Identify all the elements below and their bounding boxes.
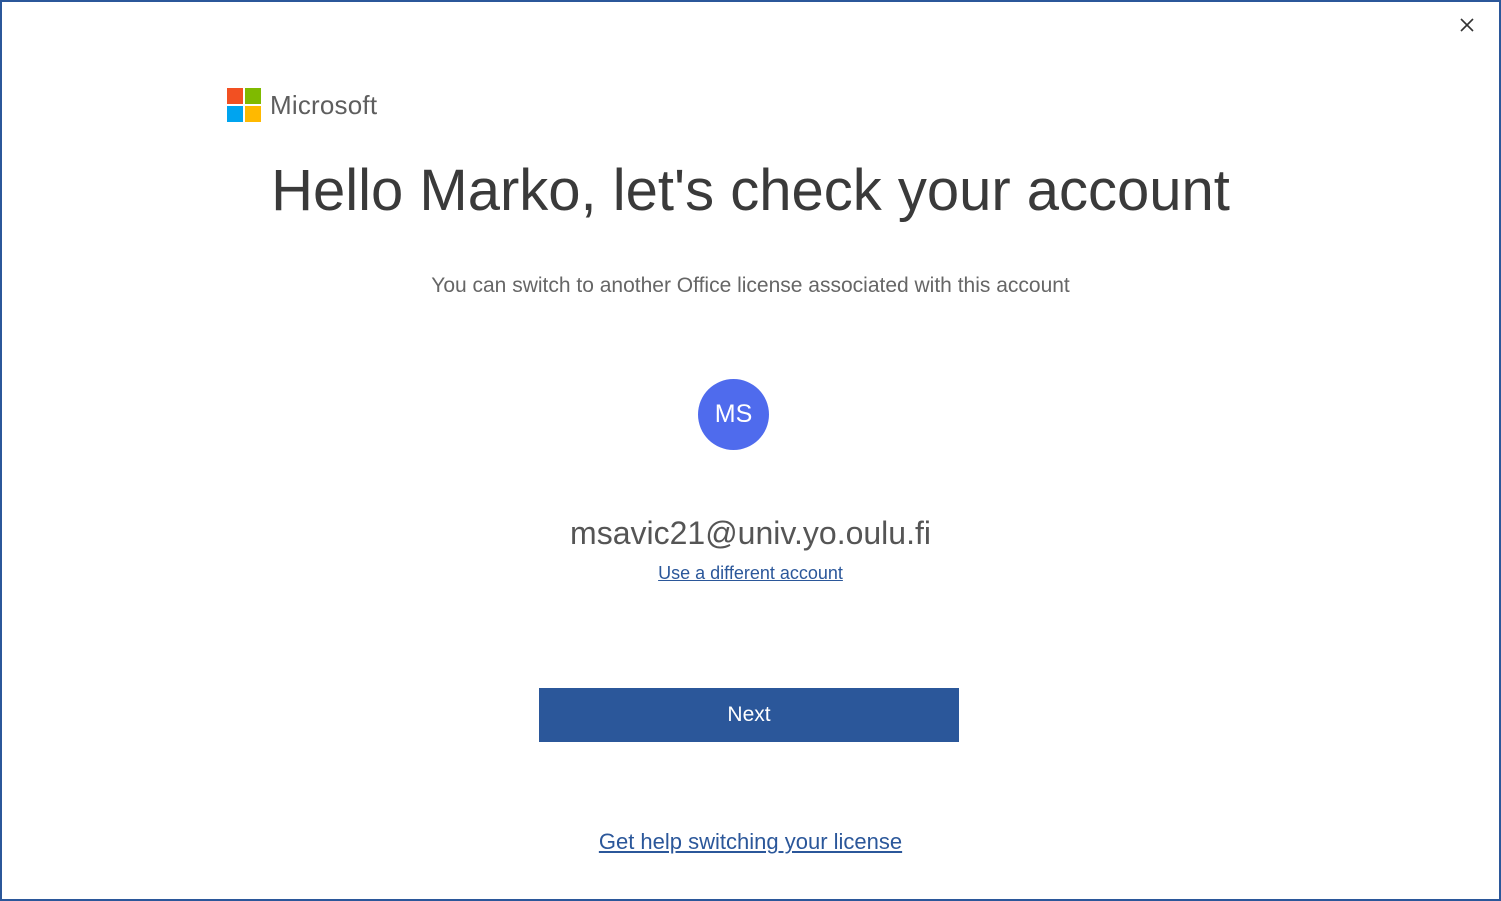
page-subtitle: You can switch to another Office license… bbox=[431, 274, 1070, 297]
logo-square-yellow bbox=[245, 106, 261, 122]
microsoft-logo-icon bbox=[227, 88, 261, 122]
close-icon bbox=[1460, 18, 1474, 32]
microsoft-logo: Microsoft bbox=[227, 88, 377, 122]
brand-name: Microsoft bbox=[270, 89, 378, 120]
avatar: MS bbox=[698, 379, 769, 450]
switch-account-row: Use a different account bbox=[2, 563, 1499, 584]
logo-square-green bbox=[245, 88, 261, 104]
logo-square-blue bbox=[227, 106, 243, 122]
get-help-link[interactable]: Get help switching your license bbox=[599, 829, 902, 854]
next-button[interactable]: Next bbox=[539, 688, 959, 742]
page-title: Hello Marko, let's check your account bbox=[271, 158, 1230, 223]
logo-square-red bbox=[227, 88, 243, 104]
license-dialog: Microsoft Hello Marko, let's check your … bbox=[0, 0, 1501, 901]
avatar-initials: MS bbox=[714, 400, 753, 428]
account-email: msavic21@univ.yo.oulu.fi bbox=[570, 515, 931, 551]
help-row: Get help switching your license bbox=[2, 829, 1499, 855]
close-button[interactable] bbox=[1453, 12, 1481, 38]
use-different-account-link[interactable]: Use a different account bbox=[658, 563, 843, 583]
